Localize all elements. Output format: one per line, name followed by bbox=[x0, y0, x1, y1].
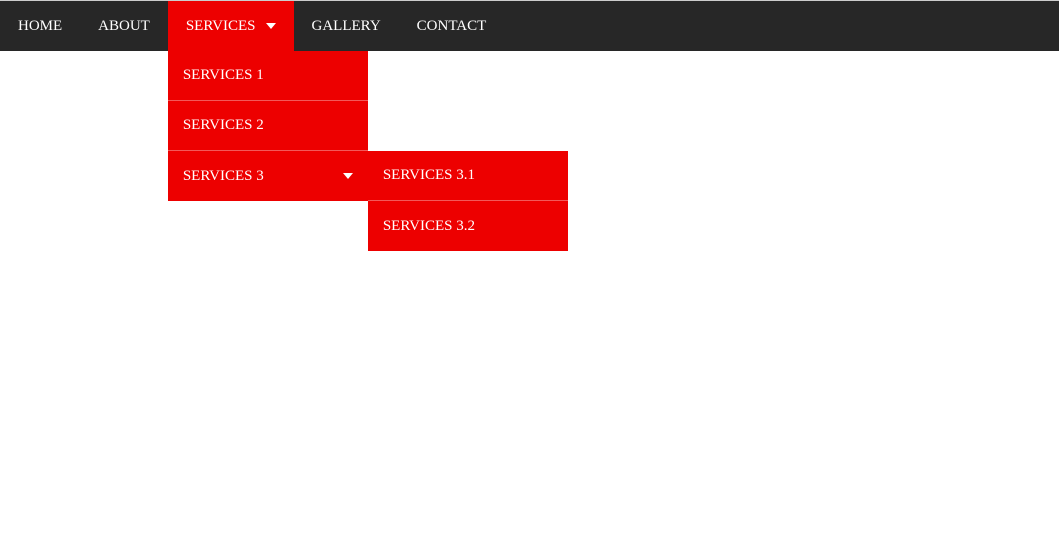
dropdown-item-services-2[interactable]: SERVICES 2 bbox=[168, 101, 368, 151]
services-dropdown: SERVICES 1 SERVICES 2 SERVICES 3 SERVICE… bbox=[168, 51, 368, 201]
services-3-subdropdown: SERVICES 3.1 SERVICES 3.2 bbox=[368, 151, 568, 251]
nav-item-home[interactable]: HOME bbox=[0, 1, 80, 51]
nav-item-contact[interactable]: CONTACT bbox=[399, 1, 505, 51]
subdropdown-item-services-3-1[interactable]: SERVICES 3.1 bbox=[368, 151, 568, 201]
dropdown-label: SERVICES 1 bbox=[183, 67, 264, 84]
nav-label: SERVICES bbox=[186, 18, 256, 35]
dropdown-item-services-1[interactable]: SERVICES 1 bbox=[168, 51, 368, 101]
dropdown-item-services-3[interactable]: SERVICES 3 SERVICES 3.1 SERVICES 3.2 bbox=[168, 151, 368, 201]
subdropdown-item-services-3-2[interactable]: SERVICES 3.2 bbox=[368, 201, 568, 251]
dropdown-label: SERVICES 2 bbox=[183, 117, 264, 134]
subdropdown-label: SERVICES 3.2 bbox=[383, 218, 475, 235]
nav-item-gallery[interactable]: GALLERY bbox=[294, 1, 399, 51]
nav-item-services[interactable]: SERVICES SERVICES 1 SERVICES 2 SERVICES … bbox=[168, 1, 294, 51]
nav-label: HOME bbox=[18, 18, 62, 35]
dropdown-label: SERVICES 3 bbox=[183, 168, 264, 185]
nav-label: ABOUT bbox=[98, 18, 150, 35]
nav-label: GALLERY bbox=[312, 18, 381, 35]
caret-down-icon bbox=[343, 173, 353, 179]
caret-down-icon bbox=[266, 23, 276, 29]
nav-item-about[interactable]: ABOUT bbox=[80, 1, 168, 51]
subdropdown-label: SERVICES 3.1 bbox=[383, 167, 475, 184]
nav-label: CONTACT bbox=[417, 18, 487, 35]
main-navbar: HOME ABOUT SERVICES SERVICES 1 SERVICES … bbox=[0, 1, 1059, 51]
